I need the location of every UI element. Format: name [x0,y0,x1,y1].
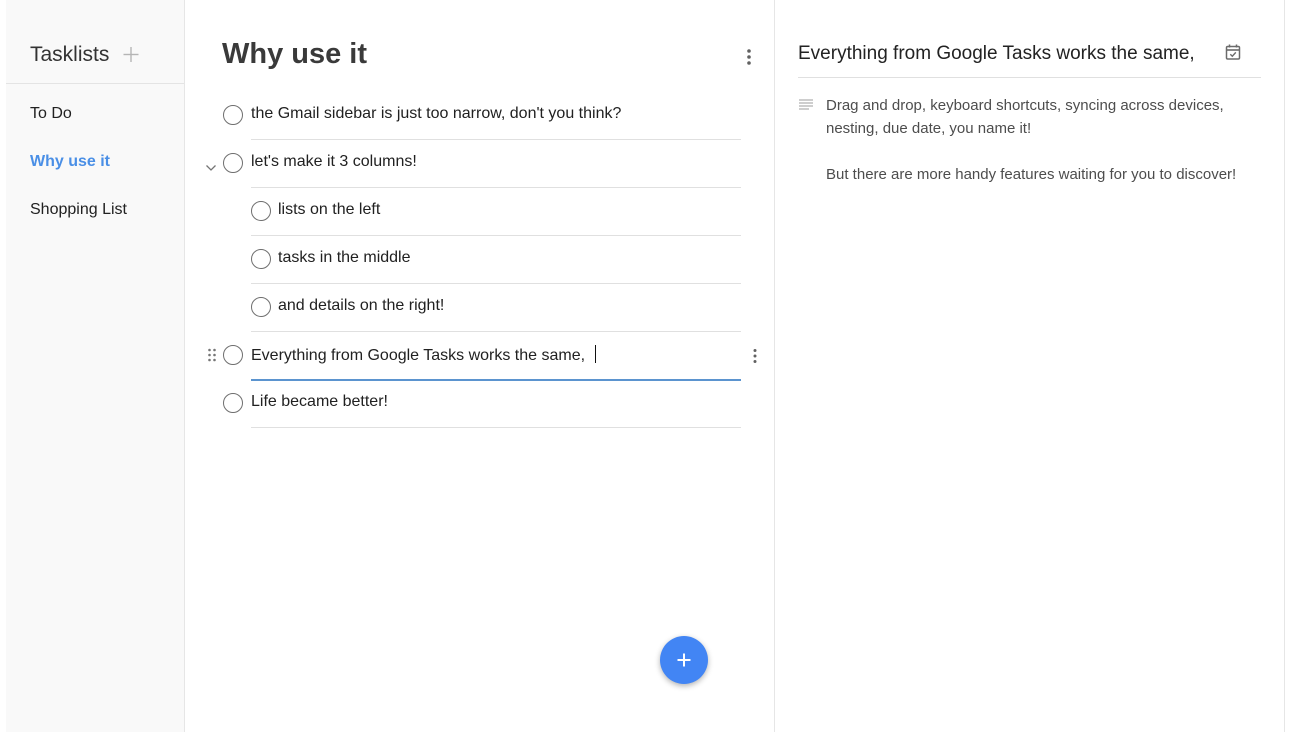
task-checkbox[interactable] [251,297,271,317]
task-text-input[interactable]: Everything from Google Tasks works the s… [251,345,597,365]
sidebar: Tasklists To Do Why use it Shopping List [6,0,185,732]
notes-field[interactable]: Drag and drop, keyboard shortcuts, synci… [826,94,1256,186]
task-checkbox[interactable] [223,105,243,125]
subtask-row[interactable]: and details on the right! [251,284,741,332]
plus-icon [677,653,691,667]
more-vert-icon [753,349,757,363]
plus-icon [123,47,139,62]
task-text[interactable]: the Gmail sidebar is just too narrow, do… [251,105,621,123]
sidebar-title: Tasklists [30,43,110,66]
task-row[interactable]: let's make it 3 columns! [223,140,741,188]
subtask-row[interactable]: tasks in the middle [251,236,741,284]
notes-paragraph: But there are more handy features waitin… [826,166,1237,183]
task-text[interactable]: Life became better! [251,393,388,411]
task-checkbox[interactable] [251,249,271,269]
list-menu-button[interactable] [743,48,755,66]
task-row-editing[interactable]: Everything from Google Tasks works the s… [223,332,741,381]
more-vert-icon [747,49,751,65]
sidebar-item-shopping-list[interactable]: Shopping List [30,201,127,219]
task-text[interactable]: tasks in the middle [278,249,411,267]
task-menu-button[interactable] [751,348,759,364]
divider [798,77,1261,78]
text-cursor [595,345,597,363]
notes-paragraph: Drag and drop, keyboard shortcuts, synci… [826,97,1224,137]
details-panel: Everything from Google Tasks works the s… [775,0,1285,732]
sidebar-item-to-do[interactable]: To Do [30,105,72,123]
sidebar-item-why-use-it[interactable]: Why use it [30,153,110,171]
notes-icon [799,98,813,110]
task-text[interactable]: and details on the right! [278,297,444,315]
task-text[interactable]: let's make it 3 columns! [251,153,417,171]
page-title: Why use it [222,38,368,70]
task-checkbox[interactable] [223,153,243,173]
chevron-down-icon [206,165,216,171]
task-checkbox[interactable] [251,201,271,221]
task-row[interactable]: Life became better! [223,380,741,428]
divider [251,427,741,428]
task-column: Why use it the Gmail sidebar is just too… [185,0,775,732]
sidebar-header: Tasklists [6,0,184,84]
window-edge [1285,0,1294,732]
collapse-button[interactable] [205,159,217,171]
add-tasklist-button[interactable] [122,44,140,64]
task-checkbox[interactable] [223,345,243,365]
task-row[interactable]: the Gmail sidebar is just too narrow, do… [223,92,741,140]
task-text[interactable]: lists on the left [278,201,380,219]
task-text: Everything from Google Tasks works the s… [251,347,586,364]
drag-handle-icon [208,348,216,362]
due-date-button[interactable] [1224,43,1242,61]
drag-handle[interactable] [207,348,217,362]
calendar-icon [1225,44,1241,60]
details-title[interactable]: Everything from Google Tasks works the s… [798,43,1195,65]
subtask-row[interactable]: lists on the left [251,188,741,236]
add-task-button[interactable] [660,636,708,684]
task-checkbox[interactable] [223,393,243,413]
